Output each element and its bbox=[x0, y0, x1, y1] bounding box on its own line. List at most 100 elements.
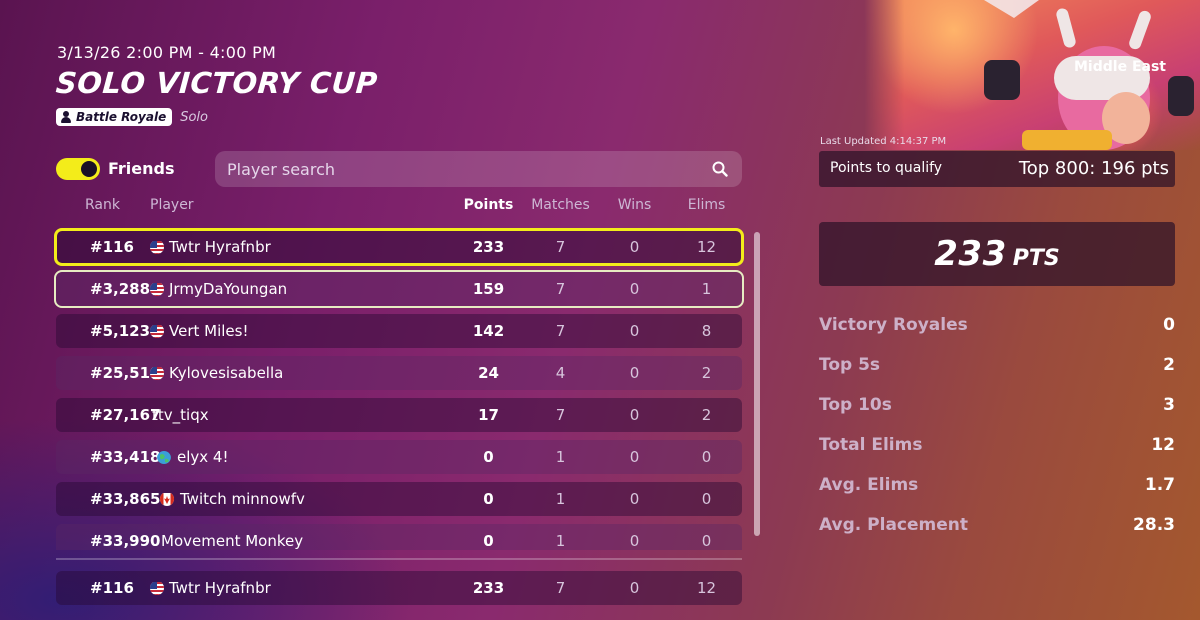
row-elims: 1 bbox=[701, 280, 712, 298]
col-elims[interactable]: Elims bbox=[669, 197, 744, 213]
leaderboard-row[interactable]: #27,167 ttv_tiqx 17 7 0 2 bbox=[56, 398, 742, 432]
row-player: Twitch minnowfv bbox=[180, 490, 305, 508]
row-elims: 0 bbox=[701, 448, 712, 466]
leaderboard-row[interactable]: #116 Twtr Hyrafnbr 233 7 0 12 bbox=[54, 228, 744, 266]
leaderboard-row[interactable]: #33,990 Movement Monkey 0 1 0 0 bbox=[56, 524, 742, 550]
row-matches: 7 bbox=[555, 280, 566, 298]
stat-value: 12 bbox=[1151, 435, 1175, 455]
row-elims: 0 bbox=[701, 532, 712, 550]
total-points-box: 233 PTS bbox=[819, 222, 1175, 286]
row-wins: 0 bbox=[629, 238, 640, 256]
qualify-box: Points to qualify Top 800: 196 pts bbox=[819, 151, 1175, 187]
stat-label: Avg. Elims bbox=[819, 475, 919, 495]
stat-label: Top 10s bbox=[819, 395, 892, 415]
leaderboard-row[interactable]: #33,865 Twitch minnowfv 0 1 0 0 bbox=[56, 482, 742, 516]
stat-value: 0 bbox=[1163, 315, 1175, 335]
total-points-unit: PTS bbox=[1012, 246, 1060, 271]
row-player: Twtr Hyrafnbr bbox=[169, 238, 271, 256]
stat-avg-elims: Avg. Elims 1.7 bbox=[819, 475, 1175, 499]
stat-label: Top 5s bbox=[819, 355, 881, 375]
row-rank: #5,123 bbox=[90, 322, 151, 340]
row-wins: 0 bbox=[629, 364, 640, 382]
leaderboard-row[interactable]: #5,123 Vert Miles! 142 7 0 8 bbox=[56, 314, 742, 348]
row-wins: 0 bbox=[629, 490, 640, 508]
col-matches[interactable]: Matches bbox=[523, 197, 598, 213]
leaderboard-row[interactable]: #25,519 Kylovesisabella 24 4 0 2 bbox=[56, 356, 742, 390]
scrollbar-thumb[interactable] bbox=[754, 232, 760, 536]
friends-label: Friends bbox=[108, 159, 175, 178]
col-player[interactable]: Player bbox=[150, 197, 194, 213]
total-points-display: 233 PTS bbox=[819, 234, 1175, 274]
row-matches: 7 bbox=[555, 322, 566, 340]
row-matches: 4 bbox=[555, 364, 566, 382]
region-label: Middle East bbox=[1074, 59, 1166, 75]
player-search-box[interactable] bbox=[215, 151, 742, 187]
row-wins: 0 bbox=[629, 280, 640, 298]
row-points: 0 bbox=[483, 490, 494, 508]
row-player: elyx 4! bbox=[177, 448, 229, 466]
row-points: 17 bbox=[478, 406, 499, 424]
row-player: Twtr Hyrafnbr bbox=[169, 579, 271, 597]
leaderboard-scrollbar[interactable] bbox=[754, 232, 760, 536]
search-icon[interactable] bbox=[712, 161, 728, 177]
us-flag-icon bbox=[150, 366, 164, 380]
player-icon bbox=[61, 111, 71, 123]
list-divider bbox=[56, 558, 742, 560]
row-wins: 0 bbox=[629, 322, 640, 340]
us-flag-icon bbox=[150, 581, 164, 595]
row-elims: 8 bbox=[701, 322, 712, 340]
stat-value: 28.3 bbox=[1133, 515, 1175, 535]
pinned-player-row[interactable]: #116 Twtr Hyrafnbr 233 7 0 12 bbox=[56, 571, 742, 605]
row-rank: #27,167 bbox=[90, 406, 161, 424]
stat-value: 3 bbox=[1163, 395, 1175, 415]
last-updated: Last Updated 4:14:37 PM bbox=[820, 136, 947, 147]
row-matches: 7 bbox=[555, 238, 566, 256]
row-points: 24 bbox=[478, 364, 499, 382]
qualify-value: Top 800: 196 pts bbox=[1018, 158, 1169, 179]
us-flag-icon bbox=[150, 240, 164, 254]
row-wins: 0 bbox=[629, 579, 640, 597]
row-wins: 0 bbox=[629, 532, 640, 550]
character-art bbox=[864, 0, 1200, 150]
row-wins: 0 bbox=[629, 406, 640, 424]
stat-label: Avg. Placement bbox=[819, 515, 969, 535]
row-player: ttv_tiqx bbox=[152, 406, 209, 424]
row-matches: 7 bbox=[555, 406, 566, 424]
row-points: 0 bbox=[483, 532, 494, 550]
row-player: JrmyDaYoungan bbox=[169, 280, 288, 298]
col-rank[interactable]: Rank bbox=[85, 197, 120, 213]
row-player: Kylovesisabella bbox=[169, 364, 284, 382]
mode-label: Battle Royale bbox=[76, 110, 167, 124]
stat-label: Victory Royales bbox=[819, 315, 968, 335]
ca-flag-icon bbox=[160, 492, 174, 506]
row-matches: 1 bbox=[555, 532, 566, 550]
row-points: 159 bbox=[472, 280, 505, 298]
row-rank: #33,990 bbox=[90, 532, 161, 550]
stat-value: 1.7 bbox=[1144, 475, 1175, 495]
stat-label: Total Elims bbox=[819, 435, 923, 455]
submode-label: Solo bbox=[180, 109, 208, 125]
row-matches: 1 bbox=[555, 448, 566, 466]
leaderboard-row[interactable]: #33,418 elyx 4! 0 1 0 0 bbox=[56, 440, 742, 474]
event-title: SOLO VICTORY CUP bbox=[54, 66, 379, 100]
total-points-value: 233 bbox=[934, 234, 1007, 274]
mode-row: Battle Royale Solo bbox=[56, 108, 208, 126]
mode-badge: Battle Royale bbox=[56, 108, 173, 126]
row-wins: 0 bbox=[629, 448, 640, 466]
event-datetime: 3/13/26 2:00 PM - 4:00 PM bbox=[57, 43, 277, 62]
us-flag-icon bbox=[150, 324, 164, 338]
col-points[interactable]: Points bbox=[451, 197, 526, 213]
col-wins[interactable]: Wins bbox=[597, 197, 672, 213]
player-search-input[interactable] bbox=[215, 151, 685, 187]
friends-toggle[interactable] bbox=[56, 158, 100, 180]
stat-avg-placement: Avg. Placement 28.3 bbox=[819, 515, 1175, 539]
stat-value: 2 bbox=[1163, 355, 1175, 375]
row-player: Movement Monkey bbox=[161, 532, 304, 550]
character-illustration bbox=[984, 0, 1194, 150]
row-elims: 0 bbox=[701, 490, 712, 508]
stat-top-5s: Top 5s 2 bbox=[819, 355, 1175, 379]
row-points: 233 bbox=[472, 238, 505, 256]
stat-total-elims: Total Elims 12 bbox=[819, 435, 1175, 459]
row-elims: 2 bbox=[701, 364, 712, 382]
leaderboard-row[interactable]: #3,288 JrmyDaYoungan 159 7 0 1 bbox=[54, 270, 744, 308]
